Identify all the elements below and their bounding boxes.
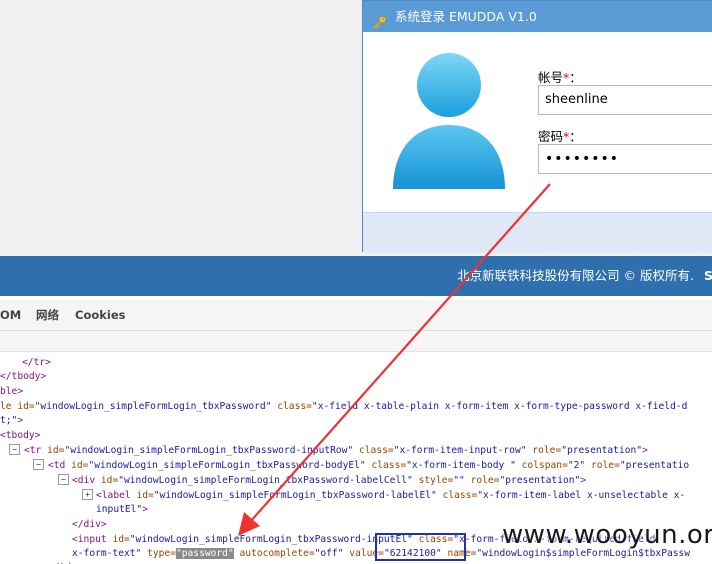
collapse-toggle-icon[interactable]: − xyxy=(33,459,44,470)
login-window: 系统登录 EMUDDA V1.0 帐号*： sheenline 密码*： •••… xyxy=(362,0,712,253)
source-token: id= xyxy=(112,534,130,545)
source-token: id= xyxy=(71,460,89,471)
source-token: <td xyxy=(48,460,72,471)
source-token: <tr xyxy=(24,445,48,456)
username-label: 帐号*： xyxy=(538,67,582,86)
devtools-tab-bar: OM 网络 Cookies xyxy=(0,300,712,331)
source-token: <tbody> xyxy=(0,430,41,441)
source-token: > xyxy=(142,504,148,515)
user-avatar-icon xyxy=(393,53,505,191)
source-token: class= xyxy=(353,445,394,456)
source-token: class= xyxy=(365,460,407,471)
source-token: "presentatio xyxy=(619,460,690,471)
source-line[interactable]: <tbody> xyxy=(0,429,40,443)
source-token: > xyxy=(17,415,24,426)
source-line[interactable]: ble> xyxy=(0,385,23,399)
source-token: > xyxy=(580,475,587,486)
value-highlight-box xyxy=(375,533,466,561)
source-token: ble> xyxy=(0,386,24,397)
source-token: t;" xyxy=(0,415,18,426)
source-token: class= xyxy=(436,490,478,501)
source-token: type= xyxy=(141,548,176,559)
label-suffix: ： xyxy=(569,129,582,144)
expand-toggle-icon[interactable]: + xyxy=(82,489,93,500)
source-token: > xyxy=(642,445,648,456)
tab-cookies[interactable]: Cookies xyxy=(75,300,125,330)
source-token: </tr> xyxy=(22,357,51,368)
source-token: </div> xyxy=(72,519,107,530)
source-token: "windowLogin_simpleFormLogin_tbxPassword… xyxy=(153,490,437,501)
collapse-toggle-icon[interactable]: − xyxy=(9,444,20,455)
window-title-bar: 系统登录 EMUDDA V1.0 xyxy=(363,1,712,32)
username-input[interactable]: sheenline xyxy=(538,85,712,115)
source-line[interactable]: <label id="windowLogin_simpleFormLogin_t… xyxy=(96,489,685,503)
tab-dom[interactable]: OM xyxy=(0,300,21,330)
source-token: <input xyxy=(72,534,113,545)
source-token: "windowLogin_simpleFormLogin_tbxPassword… xyxy=(129,534,413,545)
collapse-toggle-icon[interactable]: − xyxy=(58,474,69,485)
source-token: "" xyxy=(453,475,465,486)
source-token: "windowLogin_simpleFormLogin_tbxPassword… xyxy=(88,460,366,471)
password-input[interactable]: •••••••• xyxy=(538,144,712,174)
copyright-bar: 北京新联铁科技股份有限公司 © 版权所有. S xyxy=(0,256,712,296)
source-token: class= xyxy=(271,401,312,412)
password-label-text: 密码 xyxy=(538,129,564,144)
source-token: <div xyxy=(72,475,101,486)
source-line[interactable]: <div id="windowLogin_simpleFormLogin_tbx… xyxy=(72,474,586,488)
watermark: www.wooyun.org xyxy=(502,520,712,550)
window-footer xyxy=(363,212,712,253)
source-token: role= xyxy=(526,445,562,456)
source-token: "x-field x-table-plain x-form-item x-for… xyxy=(311,401,688,412)
tab-network[interactable]: 网络 xyxy=(36,300,59,330)
window-title: 系统登录 EMUDDA V1.0 xyxy=(395,9,537,24)
source-line[interactable]: </tr> xyxy=(22,356,51,370)
source-token: <label xyxy=(96,490,137,501)
source-line[interactable]: inputEl"> xyxy=(96,503,148,517)
source-token: "x-form-item-body " xyxy=(406,460,516,471)
source-token: "x-form-item-label x-unselectable x- xyxy=(477,490,686,501)
copyright-text: 北京新联铁科技股份有限公司 © 版权所有. xyxy=(457,268,694,283)
source-line[interactable]: le id="windowLogin_simpleFormLogin_tbxPa… xyxy=(0,400,687,414)
source-token: "2" xyxy=(567,460,586,471)
source-token: "windowLogin_simpleFormLogin_tbxPassword… xyxy=(34,401,272,412)
source-token: x-form-text" xyxy=(72,548,142,559)
source-token: autocomplete= xyxy=(233,548,315,559)
source-token: id= xyxy=(100,475,119,486)
password-label: 密码*： xyxy=(538,126,582,145)
source-token: </tbody> xyxy=(0,371,47,382)
source-token: style= xyxy=(412,475,454,486)
source-token: "windowLogin_simpleFormLogin_tbxPassword… xyxy=(64,445,354,456)
source-line[interactable]: t;"> xyxy=(0,414,23,428)
source-token: inputEl" xyxy=(96,504,143,515)
source-line[interactable]: </div> xyxy=(72,518,107,532)
source-token: id= xyxy=(136,490,154,501)
source-token: colspan= xyxy=(515,460,568,471)
source-token: role= xyxy=(464,475,500,486)
source-token: "presentation" xyxy=(561,445,643,456)
devtools-subtoolbar xyxy=(0,331,712,352)
source-token: id= xyxy=(47,445,65,456)
source-token: "x-form-item-input-row" xyxy=(393,445,527,456)
copyright-tail: S xyxy=(704,268,712,283)
source-token: le id= xyxy=(0,401,35,412)
username-label-text: 帐号 xyxy=(538,70,564,85)
source-line[interactable]: <td id="windowLogin_simpleFormLogin_tbxP… xyxy=(48,459,689,473)
source-token: "windowLogin_simpleFormLogin_tbxPassword… xyxy=(118,475,413,486)
source-line[interactable]: <tr id="windowLogin_simpleFormLogin_tbxP… xyxy=(24,444,648,458)
key-icon xyxy=(373,9,387,29)
source-line[interactable]: </tbody> xyxy=(0,370,46,384)
source-token: "presentation" xyxy=(499,475,581,486)
source-token: "off" xyxy=(314,548,344,559)
label-suffix: ： xyxy=(569,70,582,85)
source-token: role= xyxy=(585,460,620,471)
selected-attribute-value: "password" xyxy=(175,548,234,559)
